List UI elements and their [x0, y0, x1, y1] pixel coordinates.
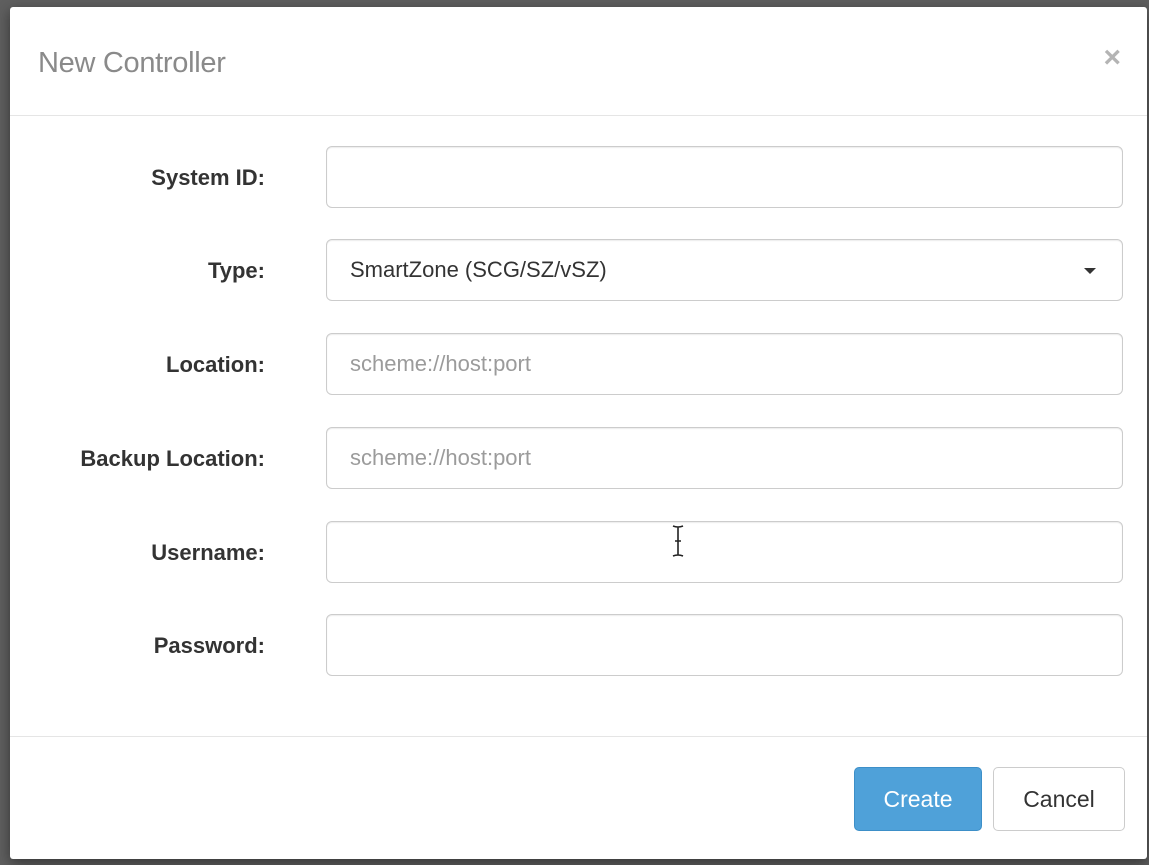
password-input[interactable]: [326, 614, 1123, 676]
backup-location-label: Backup Location:: [80, 446, 265, 471]
location-label: Location:: [166, 352, 265, 377]
form-row-system-id: System ID:: [10, 146, 1147, 210]
create-button[interactable]: Create: [854, 767, 982, 831]
dialog-header: New Controller ×: [10, 7, 1147, 116]
location-input[interactable]: [326, 333, 1123, 395]
form-row-username: Username:: [10, 521, 1147, 585]
system-id-input[interactable]: [326, 146, 1123, 208]
form-row-backup-location: Backup Location:: [10, 427, 1147, 491]
form-row-location: Location:: [10, 333, 1147, 397]
backup-location-input[interactable]: [326, 427, 1123, 489]
system-id-label: System ID:: [151, 165, 265, 190]
caret-down-icon: [1084, 268, 1096, 274]
type-label: Type:: [207, 258, 265, 283]
username-input[interactable]: [326, 521, 1123, 583]
dialog-title: New Controller: [38, 47, 226, 79]
new-controller-dialog: New Controller × System ID: Type: SmartZ…: [10, 7, 1147, 859]
type-select[interactable]: SmartZone (SCG/SZ/vSZ): [326, 239, 1123, 301]
password-label: Password:: [153, 633, 265, 658]
form-row-password: Password:: [10, 614, 1147, 678]
dialog-footer: Create Cancel: [10, 736, 1147, 859]
close-icon[interactable]: ×: [1103, 43, 1121, 73]
type-selected-value: SmartZone (SCG/SZ/vSZ): [350, 257, 607, 282]
text-cursor-icon: [672, 525, 684, 557]
username-label: Username:: [151, 540, 265, 565]
cancel-button[interactable]: Cancel: [993, 767, 1125, 831]
form-row-type: Type: SmartZone (SCG/SZ/vSZ): [10, 239, 1147, 303]
